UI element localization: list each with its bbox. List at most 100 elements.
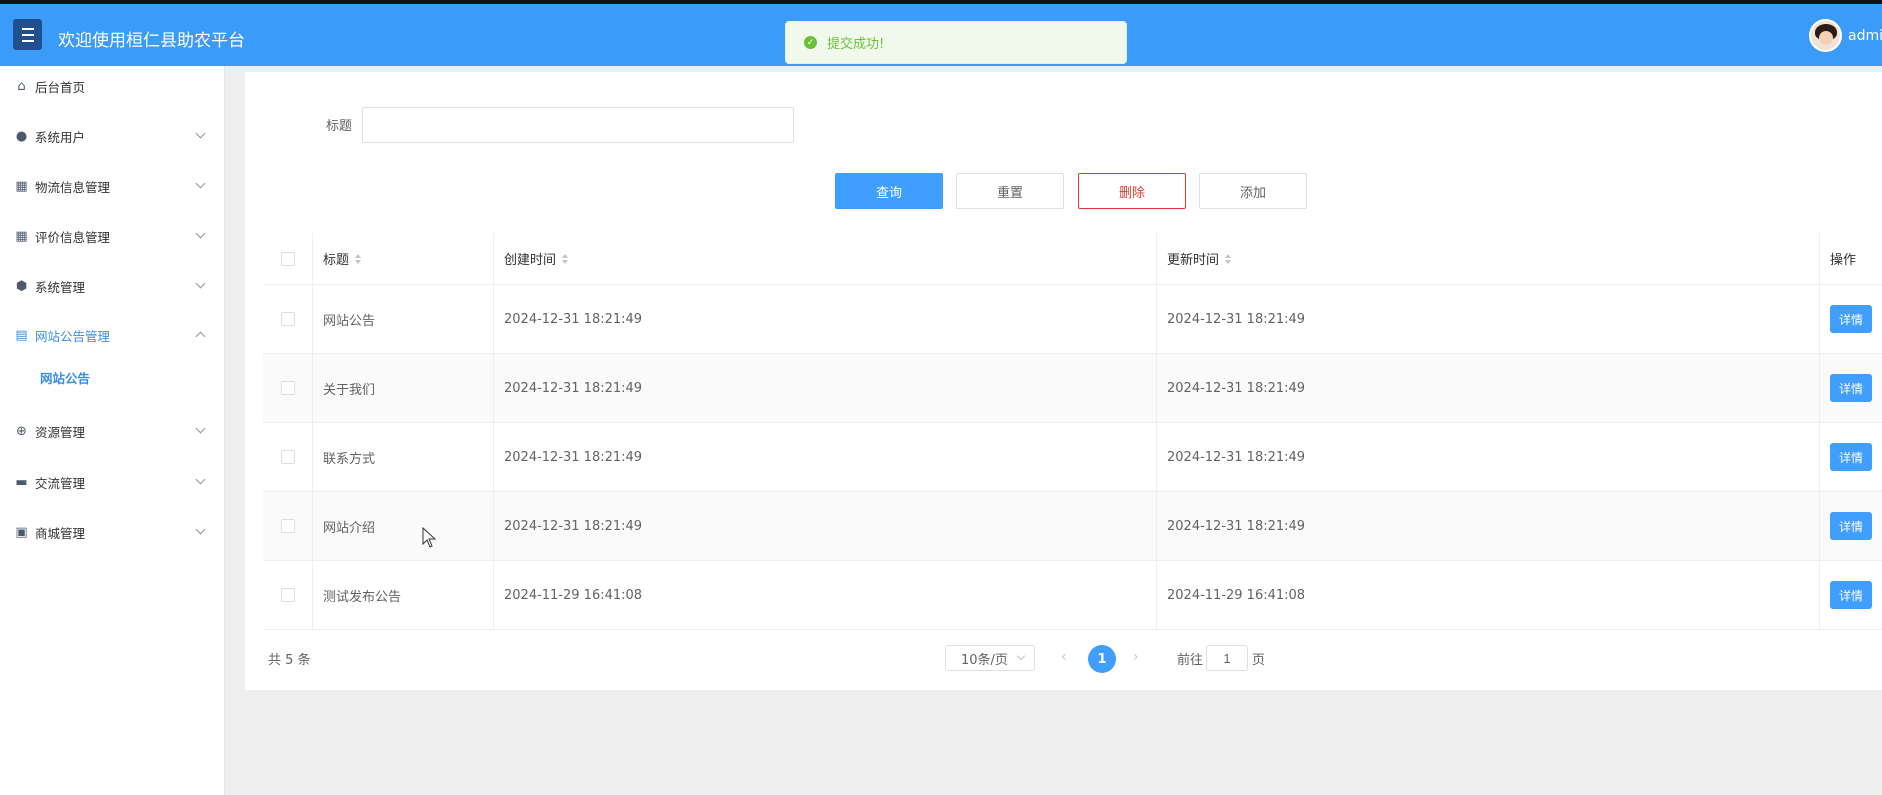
sort-icon[interactable]: [1225, 253, 1232, 264]
column-header-created[interactable]: 创建时间: [494, 233, 1157, 284]
sidebar-item-resources[interactable]: ⊕ 资源管理: [0, 411, 225, 451]
shop-icon: ▣: [15, 524, 28, 540]
hamburger-icon[interactable]: [13, 19, 42, 50]
goto-suffix: 页: [1252, 653, 1266, 668]
page-size-select[interactable]: 10条/页: [945, 645, 1035, 671]
select-all-cell: [263, 233, 313, 284]
toast-message: 提交成功!: [827, 37, 885, 52]
chevron-down-icon: [195, 228, 206, 239]
page-size-value: 10条/页: [961, 652, 1008, 668]
title-filter-label: 标题: [326, 119, 353, 134]
sort-icon[interactable]: [355, 253, 362, 264]
sidebar-item-label: 系统用户: [35, 129, 86, 145]
table-row: 关于我们 2024-12-31 18:21:49 2024-12-31 18:2…: [263, 354, 1882, 423]
chat-icon: ▬: [15, 474, 28, 490]
check-circle-icon: ✓: [804, 36, 817, 49]
user-icon: ●: [15, 128, 28, 144]
row-check-cell: [263, 492, 313, 560]
sidebar-item-label: 系统管理: [35, 279, 86, 295]
announcements-table: 标题 创建时间 更新时间 操作 网站公告 2024-12-31 18:21:49…: [263, 233, 1882, 630]
query-button[interactable]: 查询: [835, 173, 943, 209]
table-header: 标题 创建时间 更新时间 操作: [263, 233, 1882, 285]
title-filter-input[interactable]: [362, 107, 794, 143]
column-header-ops: 操作: [1820, 233, 1882, 284]
sidebar-item-label: 网站公告管理: [35, 328, 111, 344]
row-updated: 2024-12-31 18:21:49: [1157, 285, 1820, 353]
add-button[interactable]: 添加: [1199, 173, 1307, 209]
sidebar-item-label: 评价信息管理: [35, 229, 111, 245]
chevron-down-icon: [195, 128, 206, 139]
sidebar-item-system-settings[interactable]: ⬢ 系统管理: [0, 266, 225, 306]
table-row: 测试发布公告 2024-11-29 16:41:08 2024-11-29 16…: [263, 561, 1882, 630]
sidebar-item-logistics[interactable]: ▦ 物流信息管理: [0, 166, 225, 206]
row-updated: 2024-12-31 18:21:49: [1157, 492, 1820, 560]
chevron-down-icon: [195, 178, 206, 189]
sidebar-subitem-announcement[interactable]: 网站公告: [0, 361, 225, 393]
current-page[interactable]: 1: [1088, 645, 1116, 673]
delete-button[interactable]: 删除: [1078, 173, 1186, 209]
sidebar: ⌂ 后台首页 ● 系统用户 ▦ 物流信息管理 ▦ 评价信息管理 ⬢ 系统管理 ▤…: [0, 66, 225, 795]
row-title: 网站公告: [313, 285, 494, 353]
dashboard-icon: ▦: [15, 178, 28, 194]
sidebar-item-home[interactable]: ⌂ 后台首页: [0, 66, 225, 106]
row-checkbox[interactable]: [280, 381, 295, 395]
chevron-down-icon: [195, 524, 206, 535]
row-title: 联系方式: [313, 423, 494, 491]
next-page-icon[interactable]: ›: [1133, 649, 1139, 665]
row-checkbox[interactable]: [280, 312, 295, 326]
row-checkbox[interactable]: [280, 588, 295, 602]
row-updated: 2024-12-31 18:21:49: [1157, 354, 1820, 422]
goto-label: 前往: [1177, 653, 1204, 668]
column-title-label: 标题: [323, 253, 350, 268]
column-header-title[interactable]: 标题: [313, 233, 494, 284]
row-ops: 详情: [1820, 354, 1882, 422]
app-title: 欢迎使用桓仁县助农平台: [58, 31, 245, 51]
detail-button[interactable]: 详情: [1830, 512, 1872, 540]
reset-button[interactable]: 重置: [956, 173, 1064, 209]
goto-page-input[interactable]: [1206, 645, 1248, 671]
row-title: 网站介绍: [313, 492, 494, 560]
detail-button[interactable]: 详情: [1830, 305, 1872, 333]
row-ops: 详情: [1820, 492, 1882, 560]
sidebar-item-shop[interactable]: ▣ 商城管理: [0, 512, 225, 552]
chevron-up-icon: [195, 331, 206, 342]
row-checkbox[interactable]: [280, 450, 295, 464]
detail-button[interactable]: 详情: [1830, 443, 1872, 471]
sidebar-item-reviews[interactable]: ▦ 评价信息管理: [0, 216, 225, 256]
detail-button[interactable]: 详情: [1830, 374, 1872, 402]
username[interactable]: admi: [1848, 28, 1882, 44]
row-created: 2024-11-29 16:41:08: [494, 561, 1157, 629]
row-check-cell: [263, 354, 313, 422]
column-header-updated[interactable]: 更新时间: [1157, 233, 1820, 284]
detail-button[interactable]: 详情: [1830, 581, 1872, 609]
user-menu[interactable]: admi: [1809, 19, 1882, 52]
sort-icon[interactable]: [562, 253, 569, 264]
row-check-cell: [263, 285, 313, 353]
column-created-label: 创建时间: [504, 253, 557, 268]
gear-icon: ⬢: [15, 278, 28, 294]
success-toast: ✓ 提交成功!: [785, 21, 1127, 64]
pagination-total: 共 5 条: [268, 653, 311, 668]
row-checkbox[interactable]: [280, 519, 295, 533]
select-all-checkbox[interactable]: [280, 251, 295, 266]
sidebar-item-label: 交流管理: [35, 475, 86, 491]
row-created: 2024-12-31 18:21:49: [494, 354, 1157, 422]
prev-page-icon[interactable]: ‹: [1061, 649, 1067, 665]
chevron-down-icon: [195, 474, 206, 485]
chevron-down-icon: [1016, 651, 1026, 661]
column-updated-label: 更新时间: [1167, 253, 1220, 268]
row-ops: 详情: [1820, 285, 1882, 353]
sidebar-item-communication[interactable]: ▬ 交流管理: [0, 462, 225, 502]
sidebar-item-system-users[interactable]: ● 系统用户: [0, 116, 225, 156]
table-row: 网站介绍 2024-12-31 18:21:49 2024-12-31 18:2…: [263, 492, 1882, 561]
sidebar-item-announcements[interactable]: ▤ 网站公告管理: [0, 315, 225, 355]
row-ops: 详情: [1820, 423, 1882, 491]
plus-circle-icon: ⊕: [16, 423, 27, 439]
sidebar-item-label: 商城管理: [35, 525, 86, 541]
row-created: 2024-12-31 18:21:49: [494, 492, 1157, 560]
row-created: 2024-12-31 18:21:49: [494, 285, 1157, 353]
table-row: 网站公告 2024-12-31 18:21:49 2024-12-31 18:2…: [263, 285, 1882, 354]
table-row: 联系方式 2024-12-31 18:21:49 2024-12-31 18:2…: [263, 423, 1882, 492]
mouse-cursor-icon: [422, 527, 437, 548]
avatar[interactable]: [1809, 19, 1842, 52]
